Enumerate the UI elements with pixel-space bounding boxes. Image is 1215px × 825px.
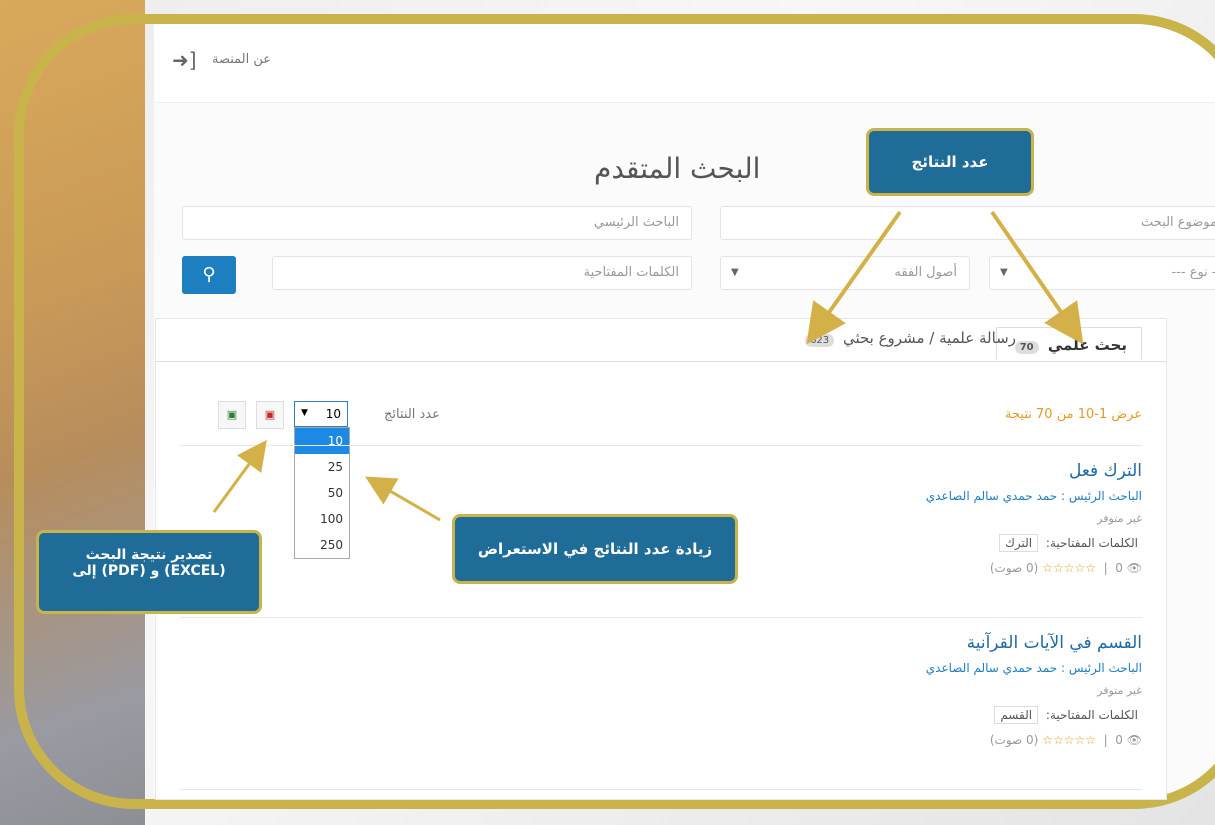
arrow-line xyxy=(806,210,902,345)
arrow-line xyxy=(212,439,267,513)
arrow-line xyxy=(365,476,441,522)
annotation-arrows xyxy=(212,210,1084,522)
arrow-line xyxy=(990,210,1084,345)
